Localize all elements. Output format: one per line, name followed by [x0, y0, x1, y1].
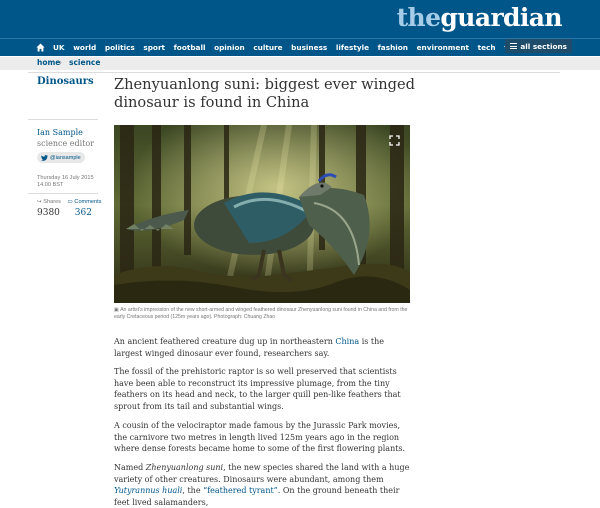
breadcrumb-science[interactable]: science [69, 58, 100, 67]
comments-label[interactable]: Comments [74, 199, 101, 205]
section-link[interactable]: Dinosaurs [37, 76, 94, 87]
china-link[interactable]: China [335, 337, 359, 346]
twitter-handle-button[interactable]: @iansample [37, 152, 85, 163]
caption-text: An artist's impression of the new short-… [114, 307, 408, 320]
nav-item-lifestyle[interactable]: lifestyle [336, 43, 369, 52]
all-sections-button[interactable]: all sections [505, 39, 572, 53]
nav-item-business[interactable]: business [291, 43, 327, 52]
image-caption: ▣ An artist's impression of the new shor… [114, 307, 414, 321]
all-sections-label: all sections [520, 41, 567, 51]
feathered-tyrant-link[interactable]: “feathered tyrant” [203, 486, 278, 495]
dateline: Thursday 16 July 2015 14.00 BST [37, 175, 94, 189]
expand-icon[interactable] [389, 135, 400, 146]
nav-item-uk[interactable]: UK [53, 43, 65, 52]
paragraph-4: Named Zhenyuanlong suni, the new species… [114, 463, 410, 507]
twitter-icon [41, 154, 48, 161]
counts: 9380 362 [37, 208, 92, 218]
divider [28, 72, 560, 73]
comment-count[interactable]: 362 [75, 208, 92, 218]
paragraph-1: An ancient feathered creature dug up in … [114, 337, 385, 358]
share-icon: ↪ [37, 199, 42, 205]
author-name[interactable]: Ian Sample [37, 127, 94, 138]
yutyrannus-link[interactable]: Yutyrannus huali [114, 486, 182, 495]
share-row: ↪ Shares ▭ Comments [37, 199, 101, 205]
share-divider [28, 193, 98, 194]
home-icon[interactable] [36, 43, 45, 52]
author-role: science editor [37, 139, 95, 148]
nav-item-environment[interactable]: environment [417, 43, 469, 52]
nav-item-opinion[interactable]: opinion [214, 43, 245, 52]
headline: Zhenyuanlong suni: biggest ever winged d… [114, 76, 415, 111]
nav-item-football[interactable]: football [174, 43, 206, 52]
byline: Ian Sample science editor [37, 127, 94, 149]
paragraph-3: A cousin of the velociraptor made famous… [114, 421, 406, 453]
breadcrumb: home › science [0, 57, 600, 70]
nav-item-culture[interactable]: culture [253, 43, 282, 52]
publish-time: 14.00 BST [37, 182, 64, 188]
breadcrumb-home[interactable]: home [37, 58, 60, 67]
twitter-handle: @iansample [50, 154, 81, 161]
menu-icon [510, 42, 518, 50]
publish-date: Thursday 16 July 2015 [37, 175, 94, 181]
nav-item-politics[interactable]: politics [105, 43, 135, 52]
masthead: theguardian [0, 0, 600, 38]
share-count: 9380 [37, 208, 60, 218]
paragraph-2: The fossil of the prehistoric raptor is … [114, 367, 401, 411]
dinosaur-illustration [114, 125, 410, 303]
camera-icon: ▣ [114, 307, 119, 313]
guardian-logo[interactable]: theguardian [397, 3, 563, 33]
nav-item-tech[interactable]: tech [478, 43, 496, 52]
shares-label: Shares [43, 199, 61, 205]
byline-divider [28, 119, 98, 120]
nav-item-world[interactable]: world [73, 43, 96, 52]
hero-image[interactable] [114, 125, 410, 303]
breadcrumb-separator: › [59, 58, 62, 67]
nav-item-fashion[interactable]: fashion [378, 43, 408, 52]
nav-item-sport[interactable]: sport [143, 43, 165, 52]
comment-icon[interactable]: ▭ [68, 199, 73, 205]
